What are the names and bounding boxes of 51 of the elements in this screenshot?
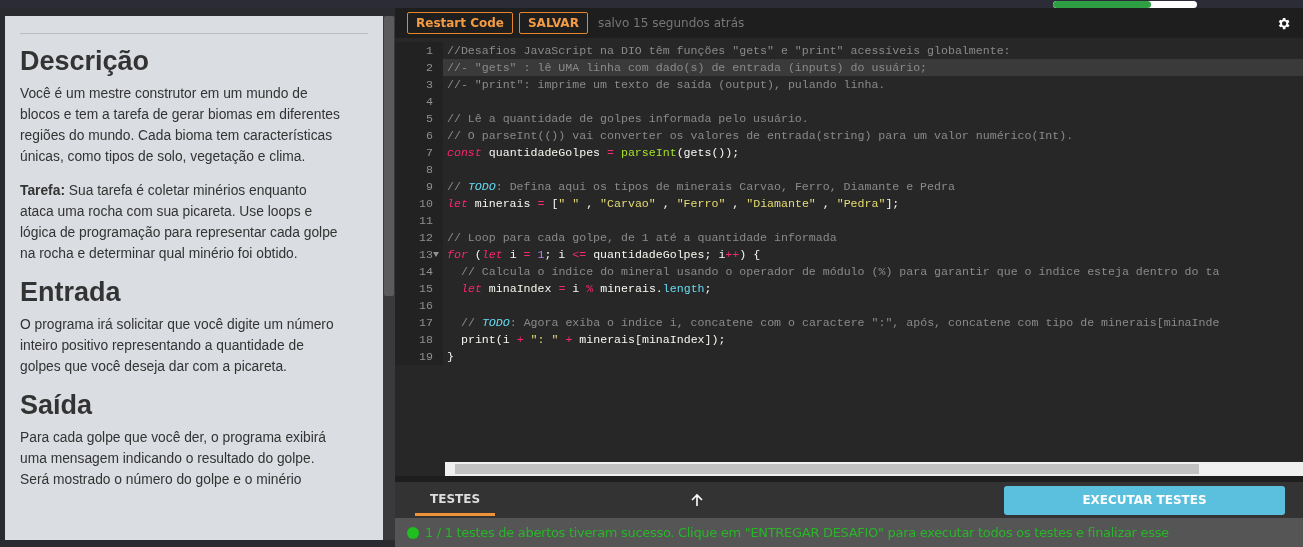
line-number: 17 bbox=[419, 315, 433, 331]
code-line: // Lê a quantidade de golpes informada pelo usuário. bbox=[447, 112, 809, 125]
description-paragraph: Você é um mestre construtor em um mundo de blocos e tem a tarefa de gerar biomas em diferentes regiões do mundo. Cada bioma tem características únicas, como tipos de solo, vegetação e clima. bbox=[20, 85, 341, 166]
code-line: const quantidadeGolpes = parseInt(gets()); bbox=[447, 146, 740, 159]
line-number: 16 bbox=[419, 298, 433, 314]
code-line: for (let i = 1; i <= quantidadeGolpes; i++) { bbox=[447, 248, 761, 261]
code-line: //Desafios JavaScript na DIO têm funções "gets" e "print" acessíveis globalmente: bbox=[447, 44, 1011, 57]
restart-code-button[interactable]: Restart Code bbox=[407, 12, 513, 34]
line-number: 5 bbox=[426, 111, 433, 127]
code-line: let minerais = [" " , "Carvao" , "Ferro" , "Diamante" , "Pedra"]; bbox=[447, 197, 900, 210]
code-line: // Loop para cada golpe, de 1 até a quantidade informada bbox=[447, 231, 837, 244]
line-number: 2 bbox=[426, 60, 433, 76]
line-number: 15 bbox=[419, 281, 433, 297]
code-line: // TODO: Agora exiba o índice i, concatene com o caractere ":", após, concatene com tipo de minerais[minaInde bbox=[461, 316, 1220, 329]
code-line: // Calcula o índice do mineral usando o operador de módulo (%) para garantir que o índice esteja dentro do ta bbox=[461, 265, 1220, 278]
code-line: let minaIndex = i % minerais.length; bbox=[461, 282, 712, 295]
line-number: 14 bbox=[419, 264, 433, 280]
description-paragraph: O programa irá solicitar que você digite um número inteiro positivo representando a quantidade de golpes que você deseja dar com a picareta. bbox=[20, 316, 335, 376]
save-status: salvo 15 segundos atrás bbox=[597, 16, 746, 30]
line-number: 3 bbox=[426, 77, 433, 93]
line-number: 12 bbox=[419, 230, 433, 246]
line-number: 8 bbox=[426, 162, 433, 178]
line-number: 13 bbox=[419, 247, 433, 263]
line-number: 6 bbox=[426, 128, 433, 144]
section-heading: Entrada bbox=[20, 277, 122, 308]
fold-toggle-icon[interactable] bbox=[433, 252, 439, 257]
line-number: 11 bbox=[419, 213, 433, 229]
code-editor[interactable] bbox=[395, 38, 1303, 476]
code-line: } bbox=[447, 350, 454, 363]
code-line: // O parseInt(()) vai converter os valores de entrada(string) para um valor numérico(Int). bbox=[447, 129, 1074, 142]
test-result-message: 1 / 1 testes de abertos tiveram sucesso. Clique em "ENTREGAR DESAFIO" para executar todos os testes e finalizar esse bbox=[425, 525, 1169, 540]
save-button[interactable]: SALVAR bbox=[518, 12, 588, 34]
settings-icon[interactable] bbox=[1276, 15, 1291, 31]
arrow-up-icon[interactable] bbox=[690, 493, 705, 507]
code-line: // TODO: Defina aqui os tipos de minerais Carvao, Ferro, Diamante e Pedra bbox=[447, 180, 955, 193]
line-number: 1 bbox=[426, 43, 433, 59]
code-line: //- "print": imprime um texto de saída (output), pulando linha. bbox=[447, 78, 886, 91]
code-line: print(i + ": " + minerais[minaIndex]); bbox=[461, 333, 726, 346]
code-line: //- "gets" : lê UMA linha com dado(s) de entrada (inputs) do usuário; bbox=[447, 61, 928, 74]
horizontal-scrollbar[interactable] bbox=[445, 462, 1303, 476]
line-number: 10 bbox=[419, 196, 433, 212]
line-number: 9 bbox=[426, 179, 433, 195]
description-paragraph: Para cada golpe que você der, o programa exibirá uma mensagem indicando o resultado do golpe. Será mostrado o número do golpe e o minério bbox=[20, 429, 328, 489]
section-heading: Saída bbox=[20, 390, 94, 421]
vertical-scrollbar[interactable] bbox=[383, 16, 395, 540]
section-heading: Descrição bbox=[20, 46, 151, 77]
line-number: 7 bbox=[426, 145, 433, 161]
description-paragraph: Tarefa: Sua tarefa é coletar minérios enquanto ataca uma rocha com sua picareta. Use loops e lógica de programação para representar cada golpe na rocha e determinar qual minério foi obtido. bbox=[20, 182, 339, 263]
line-number: 18 bbox=[419, 332, 433, 348]
line-number: 19 bbox=[419, 349, 433, 365]
line-number: 4 bbox=[426, 94, 433, 110]
